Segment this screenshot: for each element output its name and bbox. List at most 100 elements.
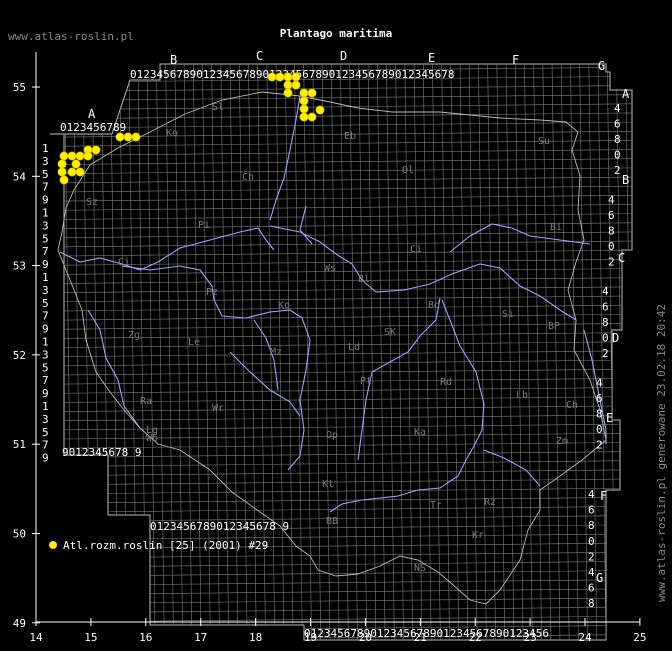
region-label: BB (326, 516, 338, 527)
lon-tick-label: 22 (469, 631, 482, 644)
grid-digit-right-lower: 4 (588, 566, 595, 579)
lat-tick-label: 49 (13, 617, 26, 630)
grid-letter-top: E (428, 51, 435, 65)
occurrence-point (59, 175, 69, 185)
grid-digit-right: 2 (614, 164, 621, 177)
region-label: Ci (118, 257, 130, 268)
grid-letter-top: C (256, 49, 263, 63)
grid-digits-top-a: 0123456789 (60, 121, 126, 134)
grid-letter-top: A (88, 107, 96, 121)
occurrence-point (283, 80, 293, 90)
grid-digit-right: 2 (596, 439, 603, 452)
occurrence-point (59, 151, 69, 161)
grid-letter-top: F (512, 53, 519, 67)
grid-digit-right: 6 (608, 209, 615, 222)
occurrence-point (83, 151, 93, 161)
region-label: BP (548, 321, 560, 332)
region-label: Ol (402, 165, 414, 176)
lat-tick-label: 53 (13, 260, 26, 273)
lat-tick-label: 50 (13, 528, 26, 541)
region-label: Ko (278, 300, 290, 311)
region-label: Sl (212, 102, 224, 113)
lon-tick-label: 25 (633, 631, 646, 644)
grid-digit-right: 0 (602, 332, 609, 345)
grid-digit-right: 4 (608, 194, 615, 207)
site-url: www.atlas-roslin.pl (8, 30, 134, 43)
grid-letter-top: G (598, 59, 605, 73)
region-label: Ws (324, 263, 336, 274)
grid-digit-right: 6 (602, 301, 609, 314)
lat-tick-label: 51 (13, 438, 26, 451)
grid-letter-right: B (622, 173, 629, 187)
grid-letter-right: G (596, 571, 603, 585)
grid-letter-right: F (600, 489, 607, 503)
grid-digit-left: 9 (42, 323, 49, 336)
lon-tick-label: 14 (29, 631, 43, 644)
grid-letter-top: D (340, 49, 347, 63)
grid-digit-left: 9 (42, 452, 49, 465)
occurrence-point (75, 167, 85, 177)
lon-tick-label: 18 (249, 631, 262, 644)
occurrence-point (57, 159, 67, 169)
region-label: Wr (212, 403, 224, 414)
occurrence-point (315, 105, 325, 115)
grid-digit-left: 7 (42, 310, 49, 323)
grid-digit-left: 7 (42, 439, 49, 452)
grid-digit-right-lower: 2 (588, 550, 595, 563)
grid-digit-left: 5 (42, 361, 49, 374)
region-label: Rd (440, 377, 452, 388)
grid-digits-bottom-a: 9012345678 9 (62, 446, 141, 459)
grid-digit-left: 9 (42, 258, 49, 271)
occurrence-point (307, 88, 317, 98)
grid-digit-right: 4 (602, 285, 609, 298)
grid-digit-right-lower: 8 (588, 597, 595, 610)
grid-digit-left: 5 (42, 297, 49, 310)
occurrence-point (275, 72, 285, 82)
region-label: Bl (358, 274, 370, 285)
grid-digit-right: 2 (608, 256, 615, 269)
region-label: Mz (270, 347, 282, 358)
region-label: Ra (140, 396, 152, 407)
grid-digit-left: 9 (42, 194, 49, 207)
grid-digit-left: 1 (42, 336, 49, 349)
generated-note: www.atlas-roslin.pl generowane 23.02.18 … (655, 304, 668, 602)
map-title: Plantago maritima (280, 27, 393, 40)
grid-digit-left: 9 (42, 387, 49, 400)
grid-letter-right: E (606, 411, 613, 425)
region-label: Wb (146, 433, 158, 444)
grid-digit-left: 7 (42, 245, 49, 258)
grid-digit-right: 8 (608, 225, 615, 238)
region-label: Le (188, 337, 200, 348)
occurrence-point (75, 151, 85, 161)
region-label: Zm (556, 436, 568, 447)
grid-digit-right: 4 (596, 377, 603, 390)
occurrence-point (67, 167, 77, 177)
grid-digit-left: 5 (42, 426, 49, 439)
grid-digit-left: 5 (42, 232, 49, 245)
grid-digit-left: 1 (42, 207, 49, 220)
lon-tick-label: 21 (414, 631, 427, 644)
region-label: Ch (242, 172, 254, 183)
occurrence-point (71, 159, 81, 169)
occurrence-point (131, 132, 141, 142)
region-label: Eb (344, 131, 356, 142)
region-label: Si (502, 309, 514, 320)
distribution-map: www.atlas-roslin.pl Plantago maritima A B… (8, 27, 668, 644)
region-label: Pz (206, 287, 218, 298)
lat-tick-label: 54 (13, 170, 27, 183)
region-label: Ka (414, 427, 426, 438)
occurrence-point (283, 88, 293, 98)
grid-letter-top: B (170, 53, 177, 67)
occurrence-point (291, 80, 301, 90)
grid-digit-right: 2 (602, 347, 609, 360)
grid-letter-right: C (618, 251, 625, 265)
occurrence-point (299, 104, 309, 114)
region-label: SK (384, 327, 396, 338)
occurrence-point (57, 167, 67, 177)
grid-digit-right: 6 (614, 118, 621, 131)
region-label: Zg (128, 330, 140, 341)
grid-digit-right: 6 (596, 392, 603, 405)
region-label: Sz (86, 197, 98, 208)
grid-digit-left: 1 (42, 142, 49, 155)
grid-digit-left: 3 (42, 155, 49, 168)
